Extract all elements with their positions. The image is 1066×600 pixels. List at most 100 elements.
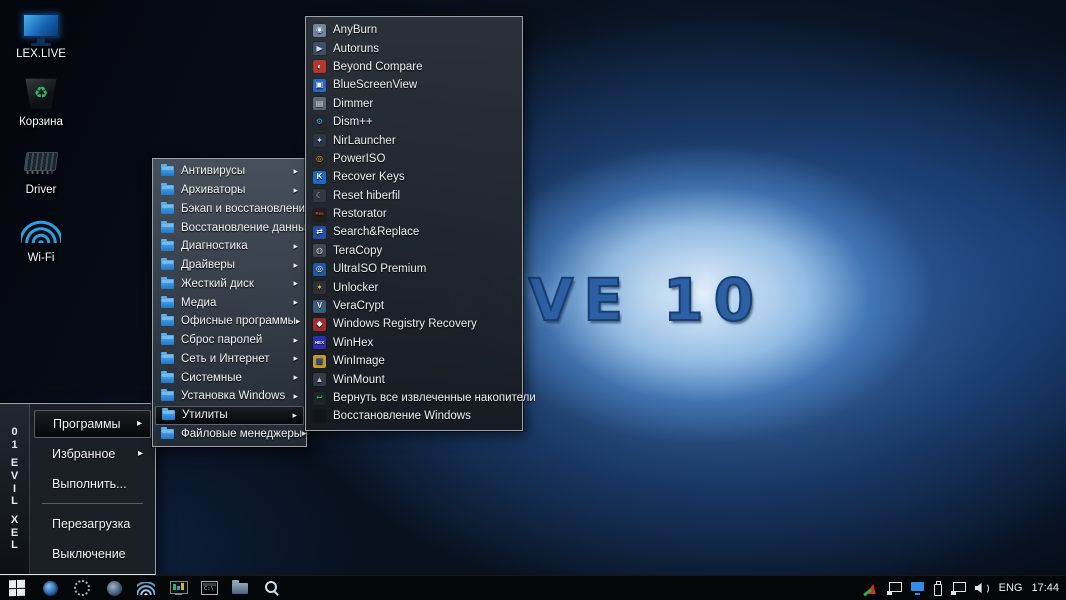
app-icon-dimmer: ▤	[313, 97, 326, 110]
desktop-icon-recycle[interactable]: ♻Корзина	[6, 74, 76, 136]
utility-item-dimmer[interactable]: ▤ Dimmer	[306, 95, 522, 113]
taskbar-app-disc-button[interactable]	[105, 579, 123, 597]
programs-item-data-recovery[interactable]: Восстановление данных▸	[155, 218, 304, 237]
clock[interactable]: 17:44	[1031, 582, 1059, 594]
volume-icon[interactable]	[975, 581, 990, 595]
utility-item-label: Dism++	[333, 116, 373, 128]
wifi-icon	[21, 215, 61, 243]
monitor-icon	[22, 13, 60, 38]
programs-item-label: Архиваторы	[181, 184, 245, 196]
utility-item-unlocker[interactable]: ✶Unlocker	[306, 278, 522, 296]
brand-letter: 1	[11, 439, 17, 452]
utility-item-veracrypt[interactable]: VVeraCrypt	[306, 297, 522, 315]
utility-item-windows-registry-recovery[interactable]: ◆Windows Registry Recovery	[306, 315, 522, 333]
folder-icon	[161, 223, 174, 233]
programs-item-label: Сброс паролей	[181, 334, 262, 346]
taskbar-app-sphere-button[interactable]	[41, 579, 59, 597]
start-menu-item-run[interactable]: Выполнить...	[34, 470, 151, 498]
utility-item-anyburn[interactable]: ◉AnyBurn	[306, 21, 522, 39]
programs-item-hard-disk[interactable]: Жесткий диск▸	[155, 275, 304, 294]
programs-item-archivers[interactable]: Архиваторы ▸	[155, 181, 304, 200]
start-menu-item-restart[interactable]: Перезагрузка	[34, 510, 151, 538]
app-icon-restorator: Res	[313, 208, 326, 221]
taskbar-explorer-button[interactable]	[232, 583, 248, 594]
submenu-arrow-icon: ▸	[293, 278, 298, 289]
recycle-glyph: ♻	[34, 83, 48, 103]
utility-item-label: Восстановление Windows	[333, 410, 471, 422]
folder-icon	[161, 354, 174, 364]
utility-item-winmount[interactable]: ▲WinMount	[306, 370, 522, 388]
programs-item-office[interactable]: Офисные программы▸	[155, 312, 304, 331]
app-icon-winhex: HEX	[313, 336, 326, 349]
brand-letter: E	[11, 457, 18, 470]
start-button[interactable]	[9, 579, 26, 597]
programs-item-system[interactable]: Системные▸	[155, 368, 304, 387]
submenu-arrow-icon: ▸	[293, 297, 298, 308]
desktop-icon-wifi[interactable]: Wi-Fi	[6, 210, 76, 272]
utility-item-ultraiso[interactable]: ◎UltraISO Premium	[306, 260, 522, 278]
start-menu-item-label: Выполнить...	[52, 477, 127, 491]
desktop-icon-label: Wi-Fi	[28, 252, 55, 264]
taskbar-search-button[interactable]	[262, 579, 280, 597]
app-icon-unlocker: ✶	[313, 281, 326, 294]
eject-arrows-icon[interactable]	[863, 581, 878, 595]
utility-item-dism[interactable]: ⚙Dism++	[306, 113, 522, 131]
taskbar-app-ring-button[interactable]	[73, 579, 91, 597]
taskbar-wifi-button[interactable]	[137, 582, 155, 595]
taskbar-cmd-button[interactable]: C:\	[201, 581, 218, 595]
app-icon-autoruns: ▶	[313, 42, 326, 55]
brand-letter: 0	[11, 426, 17, 439]
start-menu-item-programs[interactable]: Программы▸	[34, 410, 151, 438]
utility-item-label: Dimmer	[333, 98, 373, 110]
desktop-icon-driver[interactable]: Driver	[6, 142, 76, 204]
display-icon[interactable]	[911, 581, 924, 595]
start-menu-item-favorites[interactable]: Избранное▸	[34, 440, 151, 468]
programs-item-label: Файловые менеджеры	[181, 428, 302, 440]
start-menu-item-shutdown[interactable]: Выключение	[34, 540, 151, 568]
utility-item-reset-hiberfil[interactable]: ☾Reset hiberfil	[306, 187, 522, 205]
programs-item-label: Офисные программы	[181, 315, 296, 327]
utility-item-label: UltraISO Premium	[333, 263, 426, 275]
system-tray: ENG 17:44	[863, 581, 1066, 595]
app-icon-recover-keys: K	[313, 171, 326, 184]
desktop-icon-lexlive[interactable]: LEX.LIVE	[6, 6, 76, 68]
utility-item-autoruns[interactable]: ▶Autoruns	[306, 39, 522, 57]
network-connection-icon[interactable]	[951, 581, 966, 595]
utility-item-poweriso[interactable]: ◎PowerISO	[306, 150, 522, 168]
taskbar-hwmonitor-button[interactable]	[169, 579, 187, 597]
programs-item-diagnostics[interactable]: Диагностика▸	[155, 237, 304, 256]
desktop-icon-list: LEX.LIVE♻КорзинаDriver Wi-Fi	[6, 6, 76, 278]
utility-item-windows-recovery[interactable]: Восстановление Windows	[306, 407, 522, 425]
programs-item-label: Антивирусы	[181, 165, 245, 177]
programs-item-utilities[interactable]: Утилиты▸	[155, 406, 304, 425]
utility-item-eject-all[interactable]: ↩Вернуть все извлеченные накопители	[306, 389, 522, 407]
utility-item-winhex[interactable]: HEXWinHex	[306, 334, 522, 352]
submenu-arrow-icon: ▸	[293, 335, 298, 346]
programs-item-backup[interactable]: Бэкап и восстановление▸	[155, 200, 304, 219]
utility-item-nirlauncher[interactable]: ✦NirLauncher	[306, 131, 522, 149]
programs-item-network[interactable]: Сеть и Интернет▸	[155, 350, 304, 369]
submenu-arrow-icon: ▸	[293, 185, 298, 196]
brand-letter: L	[11, 539, 18, 552]
utility-item-winimage[interactable]: ▦WinImage	[306, 352, 522, 370]
utility-item-label: VeraCrypt	[333, 300, 384, 312]
usb-device-icon[interactable]	[933, 581, 942, 595]
desktop: LIVE 10 LEX.LIVE♻КорзинаDriverWi-Fi 01EV…	[0, 0, 1066, 600]
programs-item-windows-setup[interactable]: Установка Windows▸	[155, 387, 304, 406]
utility-item-teracopy[interactable]: ◍TeraCopy	[306, 242, 522, 260]
network-icon[interactable]	[887, 581, 902, 595]
utility-item-recover-keys[interactable]: KRecover Keys	[306, 168, 522, 186]
folder-icon	[161, 391, 174, 401]
utility-item-search-replace[interactable]: ⇄Search&Replace	[306, 223, 522, 241]
language-indicator[interactable]: ENG	[999, 582, 1023, 594]
utility-item-beyond-compare[interactable]: ◐Beyond Compare	[306, 58, 522, 76]
programs-item-antivirus[interactable]: Антивирусы▸	[155, 162, 304, 181]
programs-item-file-managers[interactable]: Файловые менеджеры▸	[155, 425, 304, 444]
programs-item-media[interactable]: Медиа▸	[155, 293, 304, 312]
utility-item-label: AnyBurn	[333, 24, 377, 36]
utility-item-restorator[interactable]: ResRestorator	[306, 205, 522, 223]
command-prompt-icon-glyph: C:\	[204, 586, 214, 592]
utility-item-bluescreenview[interactable]: ▣BlueScreenView	[306, 76, 522, 94]
programs-item-password-reset[interactable]: Сброс паролей ▸	[155, 331, 304, 350]
programs-item-drivers[interactable]: Драйверы▸	[155, 256, 304, 275]
